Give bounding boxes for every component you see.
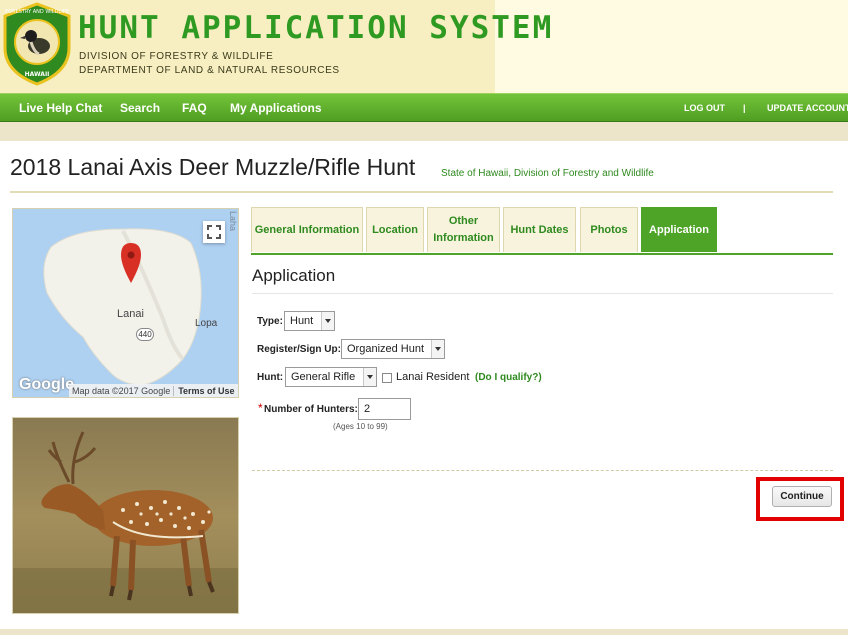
map-data-credit: Map data ©2017 Google xyxy=(72,386,171,396)
detail-tabs: General Information Location Other Infor… xyxy=(251,207,833,253)
main-nav: Live Help Chat Search FAQ My Application… xyxy=(0,93,848,122)
register-select[interactable]: Organized Hunt xyxy=(341,339,445,359)
department-name: DEPARTMENT OF LAND & NATURAL RESOURCES xyxy=(79,65,340,76)
tab-location[interactable]: Location xyxy=(366,207,424,252)
nav-logout[interactable]: LOG OUT xyxy=(684,94,725,122)
chevron-down-icon xyxy=(321,312,334,330)
tab-other-line1: Other xyxy=(448,215,479,227)
qualify-link[interactable]: (Do I qualify?) xyxy=(475,372,542,383)
svg-text:HAWAII: HAWAII xyxy=(25,71,50,78)
lanai-resident-label[interactable]: Lanai Resident xyxy=(396,371,469,383)
nav-my-applications[interactable]: My Applications xyxy=(230,94,322,122)
lanai-resident-checkbox[interactable] xyxy=(382,373,392,383)
type-label: Type: xyxy=(257,316,283,327)
svg-text:FORESTRY AND WILDLIFE: FORESTRY AND WILDLIFE xyxy=(5,9,68,15)
chevron-down-icon xyxy=(363,368,376,386)
map-label-lopa: Lopa xyxy=(195,318,218,329)
map-label-edge: Laha xyxy=(228,211,238,232)
type-select[interactable]: Hunt xyxy=(284,311,335,331)
location-map[interactable]: Lanai Lopa Laha 440 Google Map data ©201… xyxy=(12,208,239,398)
page-agency: State of Hawaii, Division of Forestry an… xyxy=(441,168,654,179)
hunt-label: Hunt: xyxy=(257,372,284,383)
register-select-value: Organized Hunt xyxy=(347,343,425,355)
panel-bottom-edge xyxy=(0,629,848,635)
deer-illustration xyxy=(13,418,238,613)
tab-other-line2: Information xyxy=(433,232,494,244)
type-select-value: Hunt xyxy=(290,315,314,327)
division-name: DIVISION OF FORESTRY & WILDLIFE xyxy=(79,51,274,62)
map-terms-link[interactable]: Terms of Use xyxy=(173,386,235,396)
nav-search[interactable]: Search xyxy=(120,94,160,122)
nav-separator: | xyxy=(743,103,746,113)
road-shield: 440 xyxy=(136,328,154,341)
nav-live-help-chat[interactable]: Live Help Chat xyxy=(19,94,102,122)
tab-application[interactable]: Application xyxy=(641,207,717,252)
nav-faq[interactable]: FAQ xyxy=(182,94,207,122)
heading-divider xyxy=(252,293,833,294)
form-divider xyxy=(252,470,833,471)
continue-button[interactable]: Continue xyxy=(772,486,832,507)
number-of-hunters-input[interactable]: 2 xyxy=(358,398,411,420)
tab-photos[interactable]: Photos xyxy=(580,207,638,252)
hunt-select-value: General Rifle xyxy=(291,371,356,383)
site-header: FORESTRY AND WILDLIFE HAWAII HUNT APPLIC… xyxy=(0,0,848,93)
map-attribution: Map data ©2017 Google Terms of Use xyxy=(69,384,238,397)
ages-note: (Ages 10 to 99) xyxy=(333,422,388,431)
site-title: HUNT APPLICATION SYSTEM xyxy=(78,10,554,46)
tabs-underline xyxy=(251,253,833,255)
tab-hunt-dates[interactable]: Hunt Dates xyxy=(503,207,576,252)
application-heading: Application xyxy=(252,266,336,285)
page-title: 2018 Lanai Axis Deer Muzzle/Rifle Hunt xyxy=(10,154,416,180)
tab-other-information[interactable]: Other Information xyxy=(427,207,500,252)
chevron-down-icon xyxy=(431,340,444,358)
hunters-label: Number of Hunters: xyxy=(264,404,358,415)
dofaw-seal-logo[interactable]: FORESTRY AND WILDLIFE HAWAII xyxy=(1,2,73,86)
fullscreen-icon[interactable] xyxy=(203,221,225,243)
register-label: Register/Sign Up: xyxy=(257,344,341,355)
axis-deer-photo xyxy=(12,417,239,614)
title-divider xyxy=(10,191,833,193)
nav-update-account[interactable]: UPDATE ACCOUNT xyxy=(767,94,848,122)
required-marker: * xyxy=(258,401,263,415)
map-label-lanai: Lanai xyxy=(117,308,144,320)
google-logo: Google xyxy=(19,376,75,393)
hunt-select[interactable]: General Rifle xyxy=(285,367,377,387)
tab-general-information[interactable]: General Information xyxy=(251,207,363,252)
